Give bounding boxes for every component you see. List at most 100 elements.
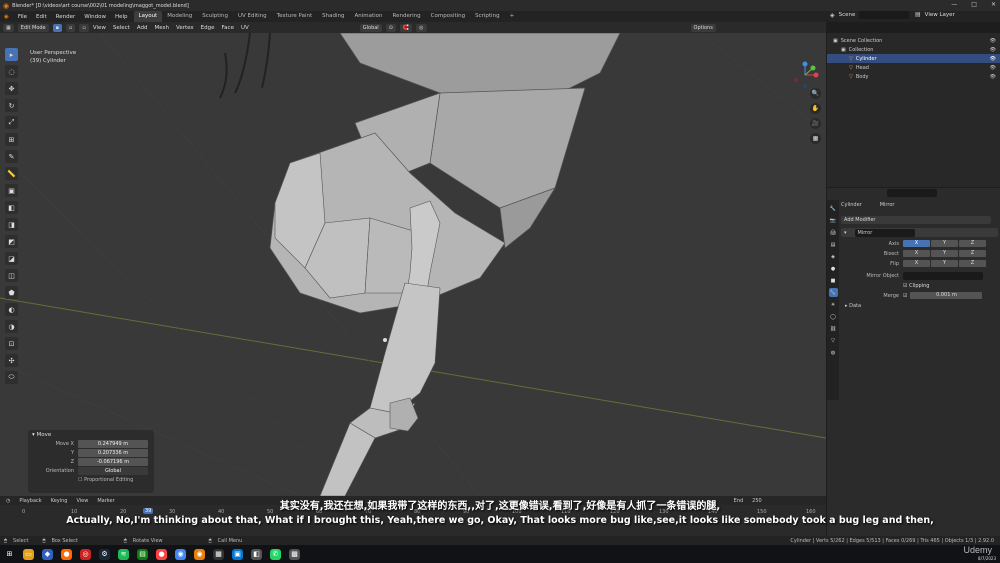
inset-tool[interactable]: ◨: [5, 218, 18, 231]
cursor-tool[interactable]: ◌: [5, 65, 18, 78]
menu-add[interactable]: Add: [137, 25, 148, 31]
mirror-object-field[interactable]: [903, 271, 983, 280]
axis-toggle-x[interactable]: X: [903, 240, 930, 247]
menu-view[interactable]: View: [93, 25, 106, 31]
tab-animation[interactable]: Animation: [349, 11, 387, 22]
tab-sculpting[interactable]: Sculpting: [197, 11, 233, 22]
spotify-icon[interactable]: ≋: [118, 548, 129, 560]
pivot-icon[interactable]: ⊙: [385, 23, 396, 32]
app-icon-3[interactable]: ▤: [137, 548, 148, 560]
move-panel-title[interactable]: ▾ Move: [28, 430, 154, 439]
app-icon-8[interactable]: ▩: [289, 548, 300, 560]
app-icon-2[interactable]: ◎: [80, 548, 91, 560]
axis-toggle-z[interactable]: Z: [959, 250, 986, 257]
output-tab-icon[interactable]: 🖨: [829, 228, 838, 237]
properties-search[interactable]: [887, 189, 937, 197]
tool-tab-icon[interactable]: 🔧: [829, 204, 838, 213]
menu-help[interactable]: Help: [115, 14, 128, 20]
vertex-select-button[interactable]: ▪: [52, 23, 63, 32]
axis-toggle-z[interactable]: Z: [959, 240, 986, 247]
menu-window[interactable]: Window: [84, 14, 106, 20]
tab-rendering[interactable]: Rendering: [388, 11, 426, 22]
render-tab-icon[interactable]: 📷: [829, 216, 838, 225]
rotate-tool[interactable]: ↻: [5, 99, 18, 112]
tab-compositing[interactable]: Compositing: [426, 11, 470, 22]
bevel-tool[interactable]: ◩: [5, 235, 18, 248]
chrome-icon[interactable]: ◉: [175, 548, 186, 560]
merge-checkbox[interactable]: ☑: [903, 293, 907, 299]
outliner-item[interactable]: ▽ Head 👁: [827, 63, 1000, 72]
snap-icon[interactable]: 🧲: [399, 23, 413, 32]
face-select-button[interactable]: ▫: [79, 23, 89, 32]
proportional-icon[interactable]: ◎: [416, 23, 427, 32]
menu-mesh[interactable]: Mesh: [155, 25, 169, 31]
start-icon[interactable]: ⊞: [4, 549, 15, 560]
viewport-options[interactable]: Options: [690, 23, 716, 32]
outliner[interactable]: ▣ Scene Collection 👁 ▣ Collection 👁 ▽ Cylinder 👁…: [827, 33, 1000, 187]
view-layer-tab-icon[interactable]: ▤: [829, 240, 838, 249]
3d-viewport[interactable]: [0, 33, 826, 496]
orientation-selector[interactable]: Global: [359, 23, 382, 32]
poly-build-tool[interactable]: ⬟: [5, 286, 18, 299]
tab-layout[interactable]: Layout: [133, 11, 163, 22]
add-cube-tool[interactable]: ▣: [5, 184, 18, 197]
tab-uv-editing[interactable]: UV Editing: [233, 11, 272, 22]
app-icon-4[interactable]: ●: [156, 548, 167, 560]
extrude-tool[interactable]: ◧: [5, 201, 18, 214]
merge-distance-field[interactable]: 0.001 m: [910, 292, 983, 299]
file-explorer-icon[interactable]: ▭: [23, 548, 34, 560]
tab-texture-paint[interactable]: Texture Paint: [272, 11, 318, 22]
visibility-eye-icon[interactable]: 👁: [990, 38, 996, 44]
firefox-icon[interactable]: ●: [61, 548, 72, 560]
close-button[interactable]: ✕: [991, 1, 996, 8]
data-panel[interactable]: ▸ Data: [841, 301, 998, 310]
blender-menu-icon[interactable]: ◉: [4, 14, 9, 20]
measure-tool[interactable]: 📏: [5, 167, 18, 180]
transform-tool[interactable]: ⊞: [5, 133, 18, 146]
scene-selector[interactable]: ◈ Scene: [830, 11, 910, 19]
minimize-button[interactable]: —: [951, 1, 957, 8]
select-box-tool[interactable]: ▸: [5, 48, 18, 61]
outliner-item[interactable]: ▽ Body 👁: [827, 72, 1000, 81]
outliner-item[interactable]: ▣ Collection 👁: [827, 45, 1000, 54]
add-workspace-button[interactable]: +: [505, 11, 520, 22]
camera-view-icon[interactable]: 🎥: [810, 118, 821, 129]
steam-icon[interactable]: ⚙: [99, 548, 110, 560]
menu-vertex[interactable]: Vertex: [176, 25, 194, 31]
move-y-field[interactable]: 0.207336 m: [78, 449, 148, 457]
world-tab-icon[interactable]: ●: [829, 264, 838, 273]
knife-tool[interactable]: ◫: [5, 269, 18, 282]
proportional-checkbox[interactable]: ☐ Proportional Editing: [78, 477, 133, 483]
menu-select[interactable]: Select: [113, 25, 130, 31]
app-icon-5[interactable]: ▦: [213, 548, 224, 560]
object-tab-icon[interactable]: ■: [829, 276, 838, 285]
tab-modeling[interactable]: Modeling: [162, 11, 197, 22]
add-modifier-dropdown[interactable]: Add Modifier: [841, 215, 991, 224]
outliner-item[interactable]: ▣ Scene Collection 👁: [827, 36, 1000, 45]
spin-tool[interactable]: ◐: [5, 303, 18, 316]
modifier-tab-icon[interactable]: 🔧: [828, 288, 838, 297]
visibility-eye-icon[interactable]: 👁: [990, 74, 996, 80]
move-tool[interactable]: ✥: [5, 82, 18, 95]
outliner-item[interactable]: ▽ Cylinder 👁: [827, 54, 1000, 63]
tab-shading[interactable]: Shading: [317, 11, 349, 22]
menu-face[interactable]: Face: [222, 25, 234, 31]
blender-taskbar-icon[interactable]: ◉: [194, 548, 205, 560]
visibility-eye-icon[interactable]: 👁: [990, 65, 996, 71]
shrink-fatten-tool[interactable]: ✣: [5, 354, 18, 367]
ortho-toggle-icon[interactable]: ▦: [810, 133, 821, 144]
loop-cut-tool[interactable]: ◪: [5, 252, 18, 265]
tab-scripting[interactable]: Scripting: [470, 11, 504, 22]
material-tab-icon[interactable]: ◍: [829, 348, 838, 357]
physics-tab-icon[interactable]: ◯: [829, 312, 838, 321]
modifier-name-field[interactable]: Mirror: [854, 228, 915, 237]
visibility-eye-icon[interactable]: 👁: [990, 47, 996, 53]
app-icon-1[interactable]: ◆: [42, 548, 53, 560]
move-x-field[interactable]: 0.247949 m: [78, 440, 148, 448]
menu-file[interactable]: File: [18, 14, 27, 20]
visibility-eye-icon[interactable]: 👁: [990, 56, 996, 62]
clipping-checkbox[interactable]: ☑ Clipping: [903, 283, 929, 289]
maximize-button[interactable]: □: [971, 1, 977, 8]
scene-tab-icon[interactable]: ◈: [829, 252, 838, 261]
properties-editor[interactable]: 🔧 📷 🖨 ▤ ◈ ● ■ 🔧 ✳ ◯ ⛓ ▽ ◍ Cylinder Mirro…: [827, 188, 1000, 536]
